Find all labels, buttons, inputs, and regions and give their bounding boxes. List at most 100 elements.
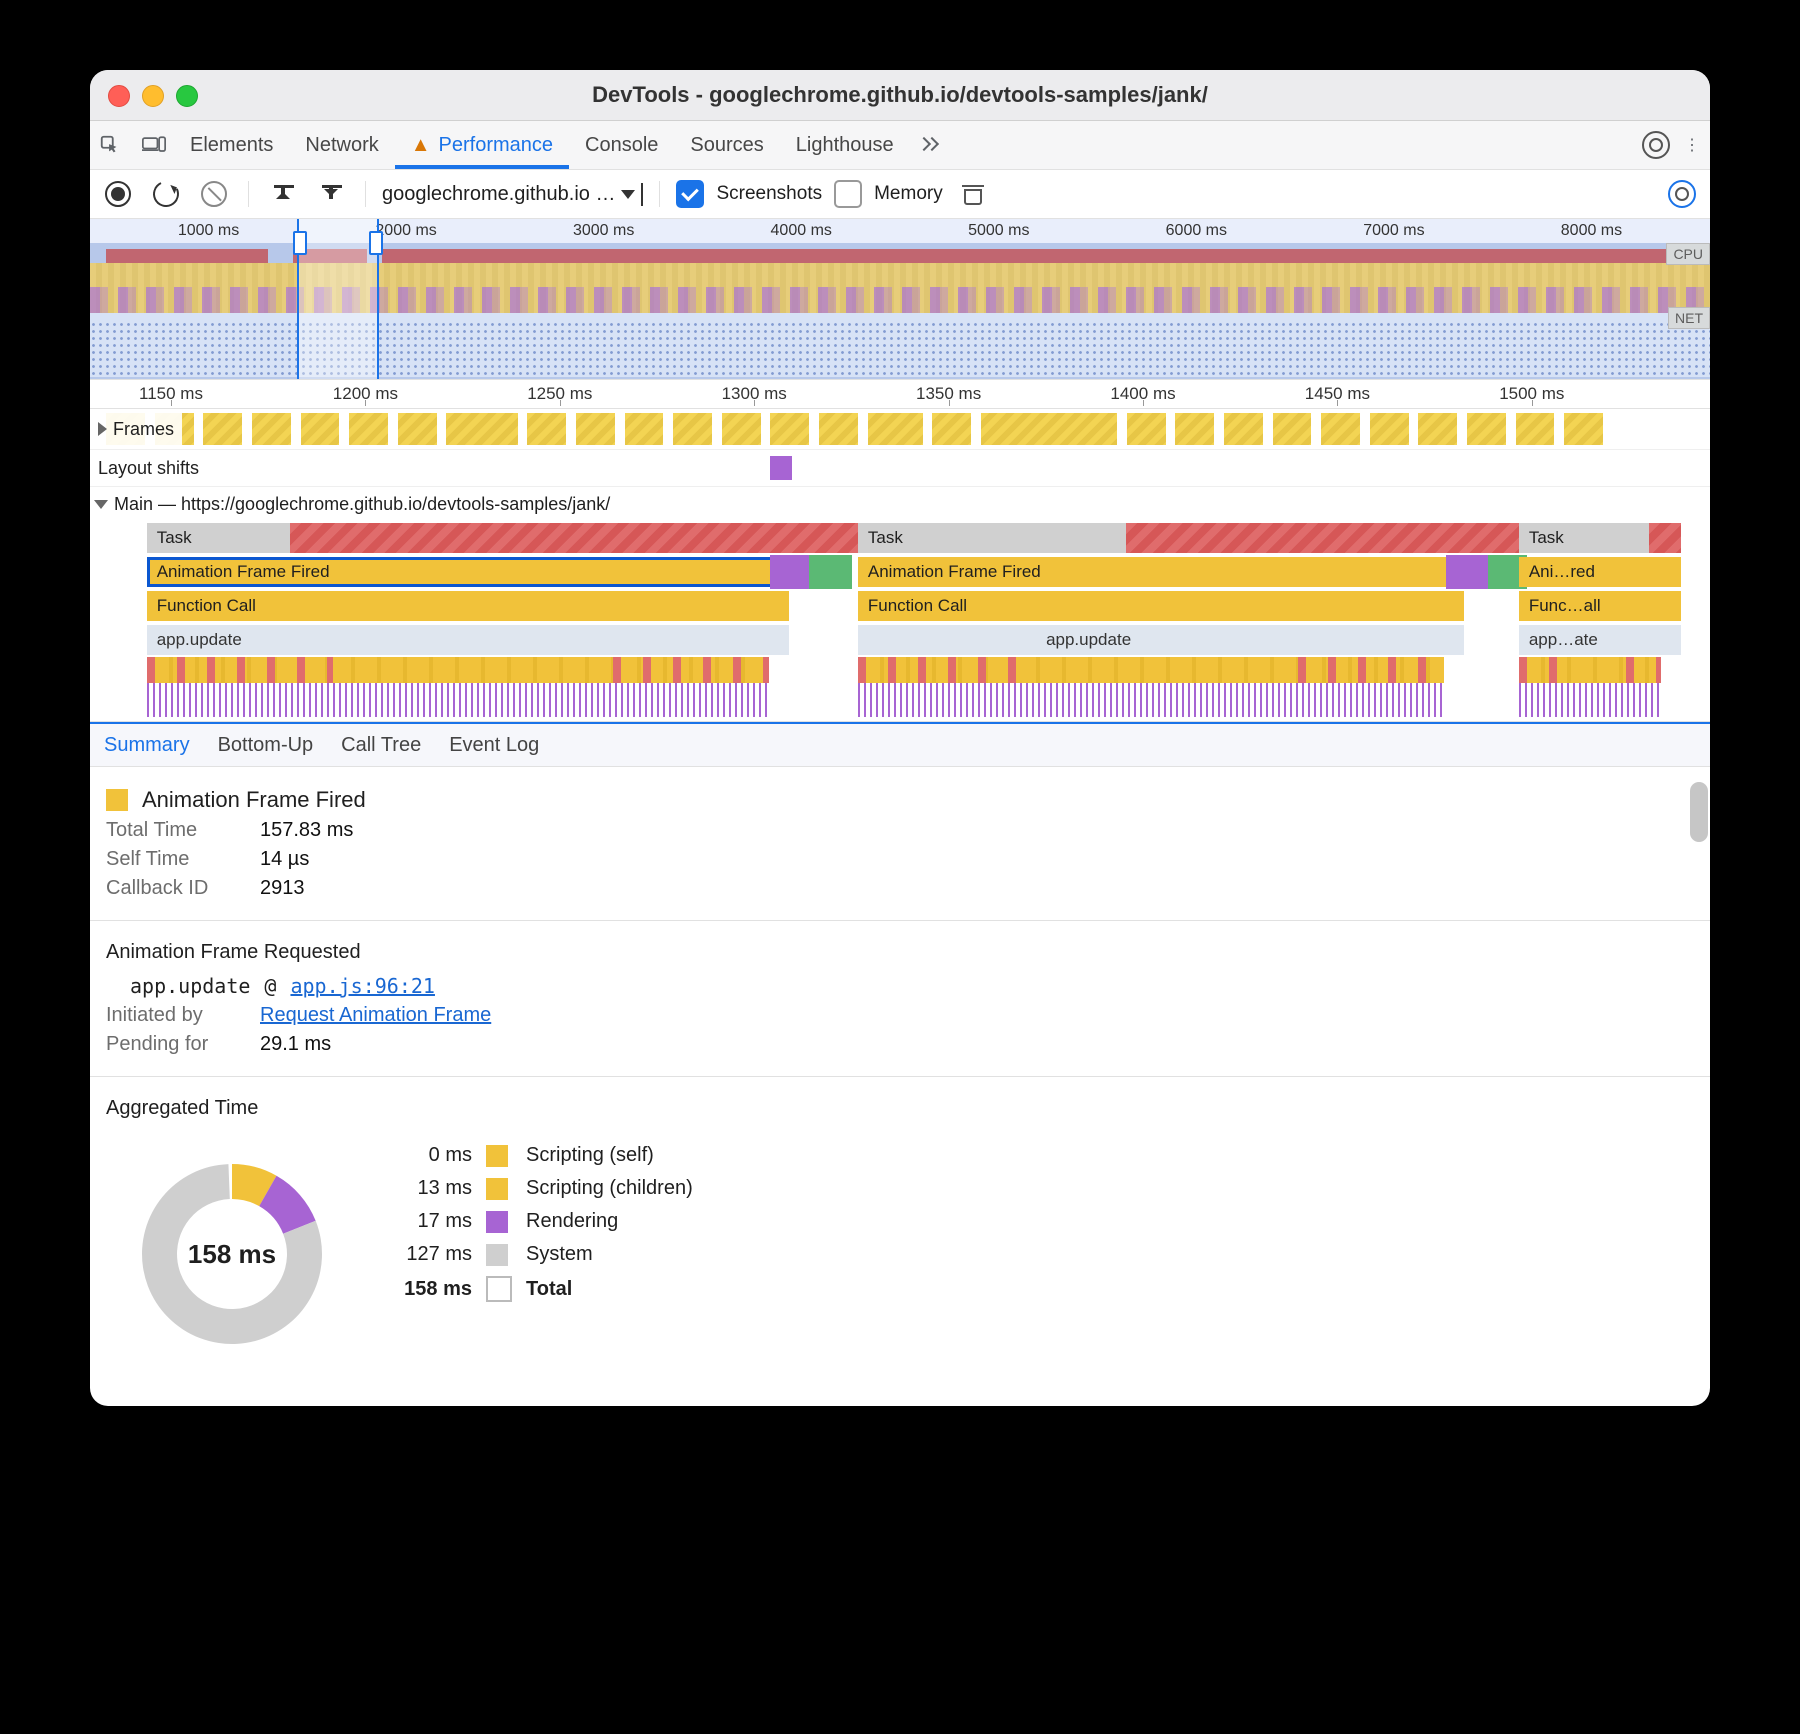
flame-bar[interactable]: Animation Frame Fired xyxy=(147,557,789,587)
stack-location-link[interactable]: app.js:96:21 xyxy=(290,974,435,998)
record-button[interactable] xyxy=(100,176,136,212)
flame-bar[interactable]: Task xyxy=(858,523,1529,553)
tab-label: Lighthouse xyxy=(796,134,894,157)
total-time-label: Total Time xyxy=(106,819,246,842)
stack-at: @ xyxy=(264,974,276,998)
legend-value: 127 ms xyxy=(382,1243,472,1266)
tab-lighthouse[interactable]: Lighthouse xyxy=(780,121,910,169)
aggregated-donut: 158 ms xyxy=(122,1144,342,1364)
reload-record-button[interactable] xyxy=(148,176,184,212)
flame-bar[interactable]: app…ate xyxy=(1519,625,1682,655)
tab-label: Network xyxy=(305,134,378,157)
stack-func: app.update xyxy=(130,974,250,998)
tab-elements[interactable]: Elements xyxy=(174,121,289,169)
overview-tick: 8000 ms xyxy=(1561,222,1622,240)
tab-summary[interactable]: Summary xyxy=(104,734,190,757)
cpu-badge: CPU xyxy=(1666,243,1710,265)
window-title: DevTools - googlechrome.github.io/devtoo… xyxy=(592,82,1208,108)
recording-selector[interactable]: googlechrome.github.io … xyxy=(382,183,643,206)
flame-lanes[interactable]: TaskTaskTask Animation Frame FiredAnimat… xyxy=(90,521,1710,721)
cpu-strip xyxy=(90,263,1710,313)
flame-bar[interactable]: Ani…red xyxy=(1519,557,1682,587)
flame-bar[interactable]: app.update xyxy=(858,625,1464,655)
summary-panel: Animation Frame Fired Total Time157.83 m… xyxy=(90,767,1710,1406)
net-strip xyxy=(90,313,1710,377)
main-thread-header[interactable]: Main — https://googlechrome.github.io/de… xyxy=(90,487,1710,521)
pending-for-value: 29.1 ms xyxy=(260,1033,331,1056)
titlebar: DevTools - googlechrome.github.io/devtoo… xyxy=(90,70,1710,121)
flame-bar[interactable]: Task xyxy=(1519,523,1682,553)
tab-console[interactable]: Console xyxy=(569,121,674,169)
legend-label: Scripting (children) xyxy=(526,1177,693,1200)
layout-shifts-track[interactable]: Layout shifts xyxy=(90,450,1710,487)
more-tabs-icon[interactable] xyxy=(910,127,946,163)
device-toolbar-icon[interactable] xyxy=(136,127,172,163)
flame-bar[interactable]: app.update xyxy=(147,625,789,655)
overview-tick: 2000 ms xyxy=(375,222,436,240)
donut-center-label: 158 ms xyxy=(122,1144,342,1364)
clear-button[interactable] xyxy=(196,176,232,212)
requested-header: Animation Frame Requested xyxy=(106,941,361,964)
settings-icon[interactable] xyxy=(1638,127,1674,163)
overview-ruler: 1000 ms2000 ms3000 ms4000 ms5000 ms6000 … xyxy=(90,219,1710,243)
zoom-icon[interactable] xyxy=(176,85,198,107)
timeline-overview[interactable]: 1000 ms2000 ms3000 ms4000 ms5000 ms6000 … xyxy=(90,219,1710,380)
flame-bar[interactable]: Function Call xyxy=(147,591,789,621)
close-icon[interactable] xyxy=(108,85,130,107)
flame-bar[interactable]: Animation Frame Fired xyxy=(858,557,1464,587)
flame-bar[interactable]: Func…all xyxy=(1519,591,1682,621)
legend-value: 17 ms xyxy=(382,1210,472,1233)
flame-bar[interactable]: Function Call xyxy=(858,591,1464,621)
overview-tick: 3000 ms xyxy=(573,222,634,240)
download-button[interactable] xyxy=(313,176,349,212)
minimize-icon[interactable] xyxy=(142,85,164,107)
kebab-icon[interactable]: ⋮ xyxy=(1674,127,1710,163)
memory-checkbox[interactable] xyxy=(834,180,862,208)
capture-settings-icon[interactable] xyxy=(1664,176,1700,212)
tab-label: Sources xyxy=(690,134,763,157)
tab-event-log[interactable]: Event Log xyxy=(449,734,539,757)
devtools-window: DevTools - googlechrome.github.io/devtoo… xyxy=(90,70,1710,1406)
overview-tick: 5000 ms xyxy=(968,222,1029,240)
overview-tick: 4000 ms xyxy=(771,222,832,240)
main-thread-label: Main — https://googlechrome.github.io/de… xyxy=(114,494,610,515)
flamechart[interactable]: 1150 ms1200 ms1250 ms1300 ms1350 ms1400 … xyxy=(90,380,1710,722)
callback-id-value: 2913 xyxy=(260,877,305,900)
initiated-by-link[interactable]: Request Animation Frame xyxy=(260,1004,491,1027)
legend-value: 13 ms xyxy=(382,1177,472,1200)
expand-icon[interactable] xyxy=(98,422,107,436)
flame-bar[interactable]: Task xyxy=(147,523,864,553)
collect-garbage-button[interactable] xyxy=(955,176,991,212)
panel-tabs: Elements Network ▲ Performance Console S… xyxy=(90,121,1710,170)
legend-swatch xyxy=(486,1178,508,1200)
net-badge: NET xyxy=(1668,307,1710,329)
scrollbar-thumb[interactable] xyxy=(1690,782,1708,842)
tab-bottom-up[interactable]: Bottom-Up xyxy=(218,734,314,757)
screenshots-checkbox[interactable] xyxy=(676,180,704,208)
overview-tick: 6000 ms xyxy=(1166,222,1227,240)
aggregated-header: Aggregated Time xyxy=(106,1097,258,1120)
legend-value: 0 ms xyxy=(382,1144,472,1167)
detail-ruler: 1150 ms1200 ms1250 ms1300 ms1350 ms1400 … xyxy=(90,380,1710,409)
aggregated-legend: 0 msScripting (self)13 msScripting (chil… xyxy=(382,1144,693,1302)
frames-track[interactable]: Frames xyxy=(90,409,1710,450)
legend-total-value: 158 ms xyxy=(382,1278,472,1301)
tab-performance[interactable]: ▲ Performance xyxy=(395,121,569,169)
legend-label: Rendering xyxy=(526,1210,693,1233)
tab-call-tree[interactable]: Call Tree xyxy=(341,734,421,757)
initiated-by-label: Initiated by xyxy=(106,1004,246,1027)
inspect-icon[interactable] xyxy=(92,127,128,163)
layout-shifts-label: Layout shifts xyxy=(98,458,199,479)
layout-shift-bar[interactable] xyxy=(770,456,792,480)
tab-network[interactable]: Network xyxy=(289,121,394,169)
tab-sources[interactable]: Sources xyxy=(674,121,779,169)
legend-total-label: Total xyxy=(526,1278,693,1301)
event-color-chip xyxy=(106,789,128,811)
memory-label: Memory xyxy=(874,183,943,205)
overview-tick: 7000 ms xyxy=(1363,222,1424,240)
callback-id-label: Callback ID xyxy=(106,877,246,900)
upload-button[interactable] xyxy=(265,176,301,212)
tab-label: Performance xyxy=(439,134,554,157)
chevron-down-icon xyxy=(621,190,635,199)
collapse-icon[interactable] xyxy=(94,500,108,509)
